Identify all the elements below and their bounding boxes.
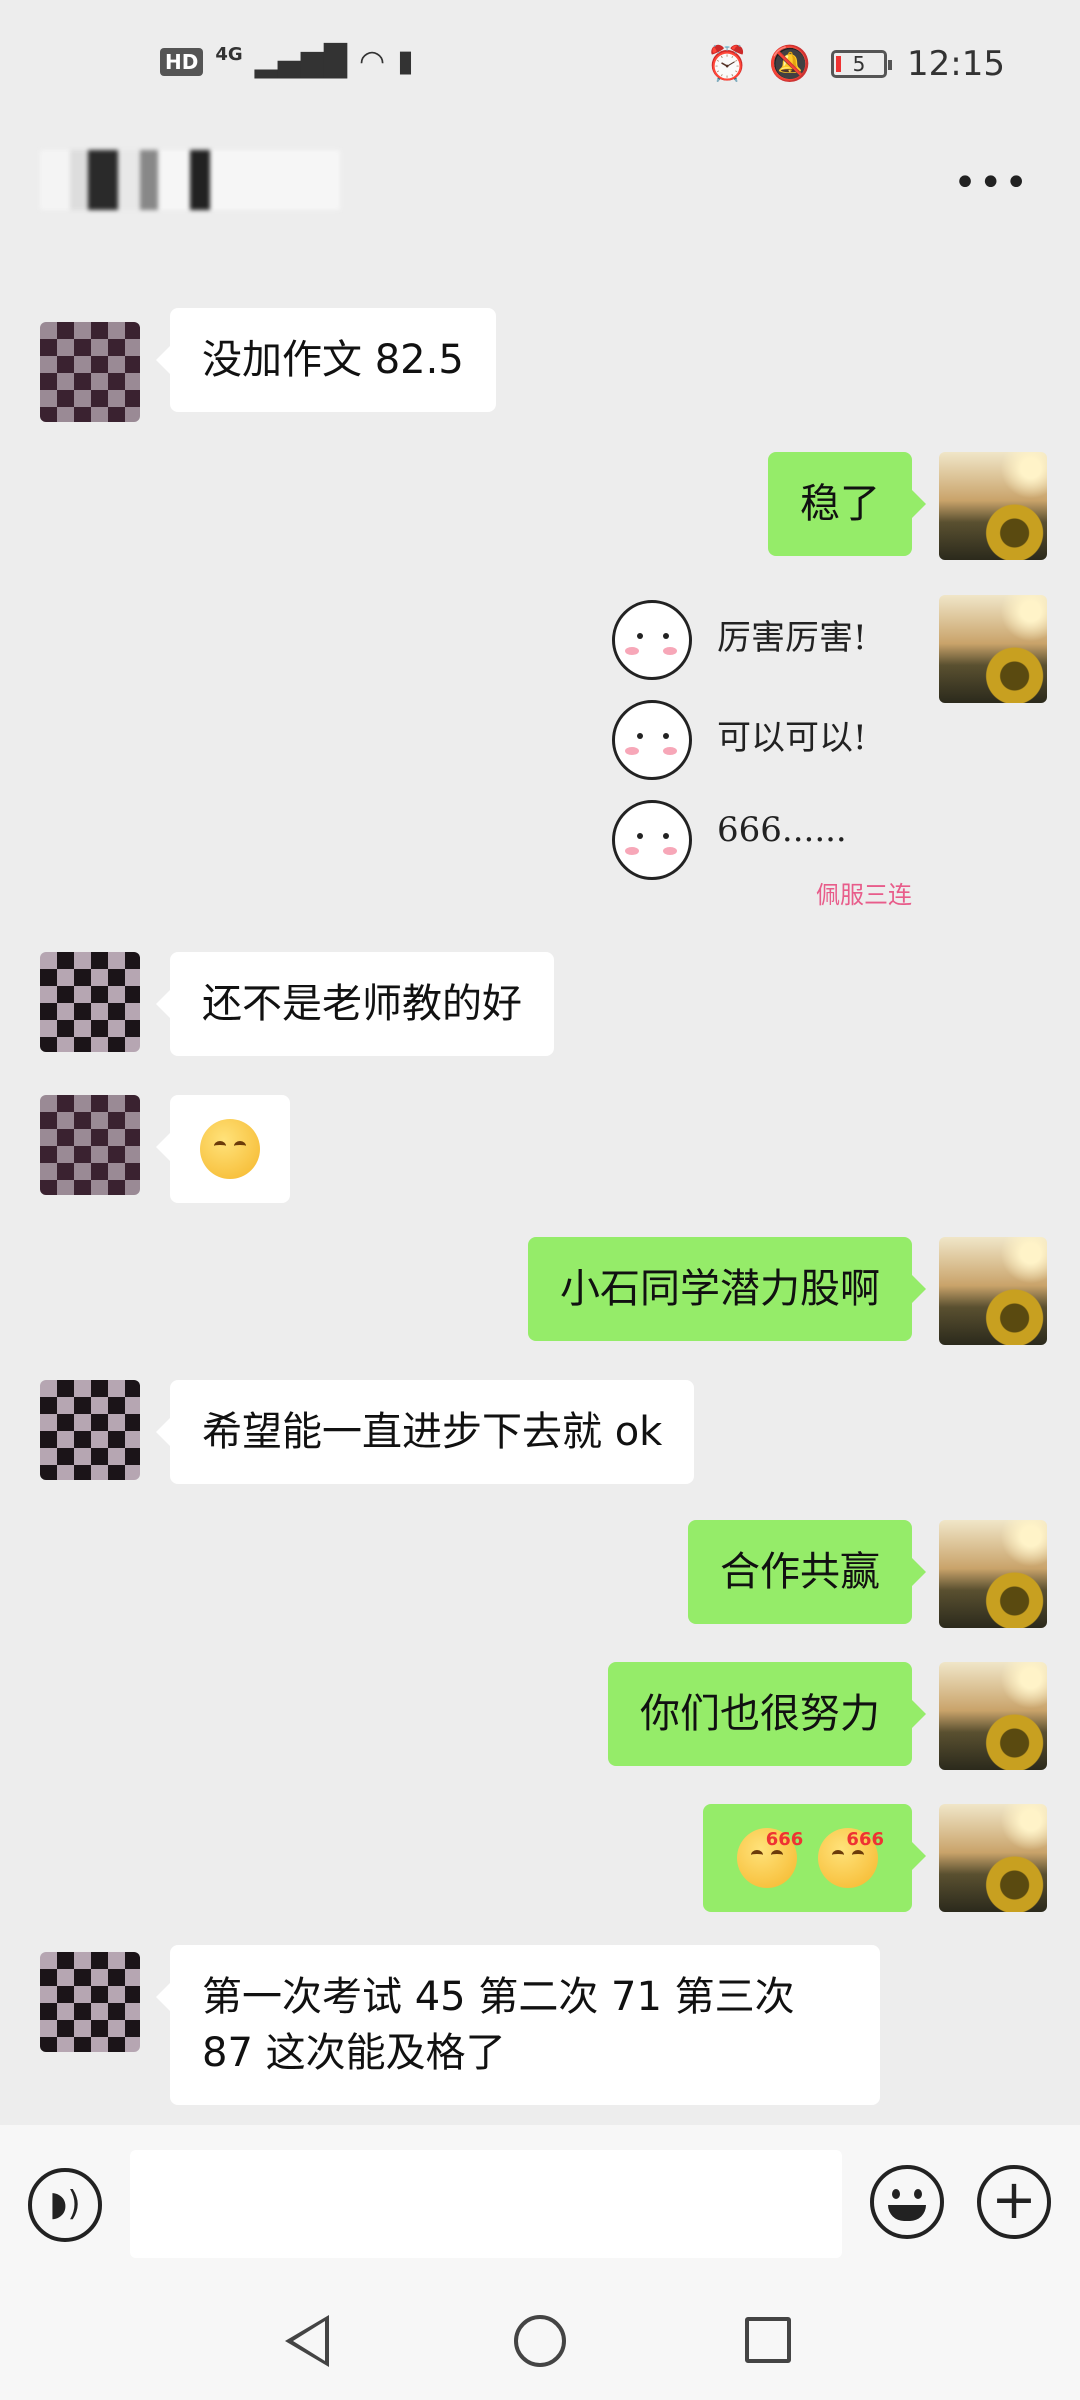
hd-badge: HD bbox=[160, 47, 204, 76]
back-icon[interactable] bbox=[285, 2315, 329, 2367]
status-right: ⏰ 🔕 5 12:15 bbox=[706, 44, 1005, 84]
avatar[interactable] bbox=[40, 1095, 140, 1195]
sticker-line: 厉害厉害! bbox=[717, 618, 867, 658]
wifi-icon: ◠ bbox=[358, 44, 386, 79]
recent-apps-icon[interactable] bbox=[745, 2317, 791, 2363]
home-icon[interactable] bbox=[514, 2315, 566, 2367]
message-bubble-outgoing[interactable]: 小石同学潜力股啊 bbox=[528, 1237, 926, 1341]
sticker-face-icon bbox=[612, 700, 692, 780]
more-options-button[interactable]: ••• bbox=[953, 160, 1030, 206]
input-bar: ◗) + bbox=[0, 2125, 1080, 2285]
avatar[interactable] bbox=[939, 452, 1047, 560]
chat-header: ▮▯▮ ••• bbox=[0, 130, 1080, 240]
avatar[interactable] bbox=[939, 1237, 1047, 1345]
avatar[interactable] bbox=[939, 595, 1047, 703]
alarm-icon: ⏰ bbox=[706, 44, 749, 84]
avatar[interactable] bbox=[40, 1952, 140, 2052]
chat-messages[interactable]: 没加作文 82.5 稳了 厉害厉害! 可以可以! 666...... 佩服三连 … bbox=[0, 240, 1080, 2125]
message-input[interactable] bbox=[130, 2150, 842, 2258]
message-bubble-incoming[interactable]: 希望能一直进步下去就 ok bbox=[155, 1380, 695, 1484]
avatar[interactable] bbox=[40, 952, 140, 1052]
emoji-icon[interactable] bbox=[870, 2165, 944, 2239]
contact-name: ▮▯▮ bbox=[40, 150, 340, 210]
system-nav-bar bbox=[0, 2285, 1080, 2400]
message-bubble-incoming[interactable]: 还不是老师教的好 bbox=[156, 952, 554, 1056]
avatar[interactable] bbox=[939, 1804, 1047, 1912]
avatar[interactable] bbox=[40, 322, 140, 422]
666-emoji-icon: 666 bbox=[737, 1828, 803, 1888]
sticker-caption: 佩服三连 bbox=[816, 881, 912, 909]
message-bubble-incoming[interactable]: 第一次考试 45 第二次 71 第三次 87 这次能及格了 bbox=[156, 1945, 880, 2105]
avatar[interactable] bbox=[939, 1520, 1047, 1628]
message-bubble-outgoing[interactable]: 666 666 bbox=[703, 1804, 926, 1912]
battery-icon: 5 bbox=[831, 50, 893, 78]
sticker-line: 可以可以! bbox=[717, 718, 867, 758]
message-bubble-outgoing[interactable]: 稳了 bbox=[768, 452, 926, 556]
sticker-face-icon bbox=[612, 600, 692, 680]
message-bubble-incoming[interactable]: 没加作文 82.5 bbox=[156, 308, 496, 412]
message-bubble-outgoing[interactable]: 你们也很努力 bbox=[608, 1662, 926, 1766]
sticker-line: 666...... bbox=[717, 810, 847, 850]
666-emoji-icon: 666 bbox=[818, 1828, 884, 1888]
sticker-face-icon bbox=[612, 800, 692, 880]
smirk-thinking-emoji-icon bbox=[200, 1119, 260, 1179]
status-bar: HD 4G ▂▄▆█ ◠ ▮ ⏰ 🔕 5 12:15 bbox=[0, 0, 1080, 130]
signal-bars-icon: ▂▄▆█ bbox=[254, 44, 347, 79]
mute-icon: 🔕 bbox=[768, 44, 812, 84]
sticker-message[interactable]: 厉害厉害! 可以可以! 666...... 佩服三连 bbox=[612, 595, 912, 915]
status-left: HD 4G ▂▄▆█ ◠ ▮ bbox=[160, 44, 414, 79]
message-bubble-incoming[interactable] bbox=[156, 1095, 290, 1203]
avatar[interactable] bbox=[40, 1380, 140, 1480]
clock: 12:15 bbox=[907, 44, 1005, 84]
4g-signal-icon: 4G bbox=[215, 44, 243, 65]
message-bubble-outgoing[interactable]: 合作共赢 bbox=[688, 1520, 926, 1624]
voice-icon[interactable]: ◗) bbox=[28, 2168, 102, 2242]
plus-icon[interactable]: + bbox=[977, 2165, 1051, 2239]
battery-saver-icon: ▮ bbox=[397, 44, 414, 79]
avatar[interactable] bbox=[939, 1662, 1047, 1770]
